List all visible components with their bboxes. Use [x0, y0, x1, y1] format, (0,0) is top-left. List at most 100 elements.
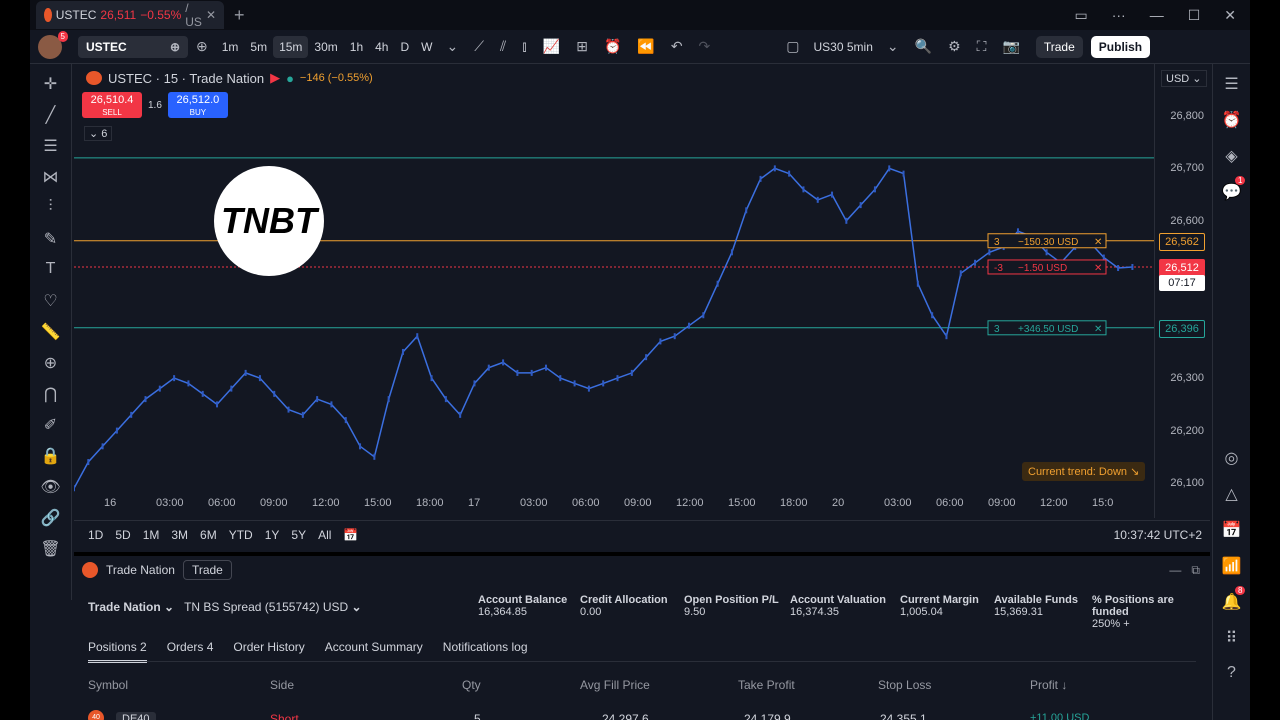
price-scale[interactable]: USD ⌄ 26,800 26,700 26,600 26,300 26,200 26,1… [1154, 64, 1212, 518]
layout-square-icon[interactable]: ▢ [778, 38, 807, 55]
layout-icon[interactable]: ▭ [1074, 7, 1087, 24]
order-line-label[interactable]: 3 −150.30 USD ✕ [987, 233, 1107, 249]
alert-icon[interactable]: ⏰ [596, 38, 629, 55]
link-icon[interactable]: 🔗 [39, 508, 63, 529]
alerts-icon[interactable]: ⏰ [1222, 110, 1242, 130]
fullscreen-icon[interactable]: ⛶ [969, 38, 995, 55]
tab-order-history[interactable]: Order History [233, 640, 304, 663]
text-icon[interactable]: T [39, 260, 63, 281]
range-5d[interactable]: 5D [115, 528, 130, 542]
range-1m[interactable]: 1M [143, 528, 160, 542]
range-ytd[interactable]: YTD [229, 528, 253, 542]
range-5y[interactable]: 5Y [291, 528, 306, 542]
close-tab-icon[interactable]: ✕ [206, 8, 216, 22]
col-symbol[interactable]: Symbol [88, 678, 128, 692]
pattern-icon[interactable]: ⫽ [492, 38, 514, 55]
layout-name[interactable]: US30 5min [808, 40, 879, 54]
undo-icon[interactable]: ↶ [663, 38, 691, 55]
trade-button[interactable]: Trade [1035, 35, 1083, 58]
interval-15m[interactable]: 15m [273, 35, 309, 58]
col-take-profit[interactable]: Take Profit [738, 678, 795, 692]
avatar[interactable]: 5 [38, 30, 68, 59]
ideas-icon[interactable]: △ [1225, 484, 1237, 504]
panel-minimize-icon[interactable]: — ⧉ [1169, 563, 1210, 578]
clock[interactable]: 10:37:42 UTC+2 [1114, 528, 1210, 542]
maximize-icon[interactable]: ☐ [1188, 7, 1201, 24]
quick-search-icon[interactable]: 🔍 [907, 38, 940, 55]
layers-icon[interactable]: ◈ [1225, 146, 1237, 166]
indicators-icon[interactable]: 📈 [535, 38, 568, 55]
magnet-icon[interactable]: ⋂ [39, 384, 63, 405]
layout-chevron-icon[interactable]: ⌄ [879, 38, 907, 55]
order-line-label[interactable]: 3 +346.50 USD ✕ [987, 320, 1107, 336]
apps-icon[interactable]: ⠿ [1226, 628, 1238, 648]
bell-icon[interactable]: 🔔 8 [1222, 586, 1246, 612]
range-1d[interactable]: 1D [88, 528, 103, 542]
browser-tab[interactable]: USTEC 26,511 −0.55% / US ✕ [36, 1, 224, 29]
order-line-label[interactable]: -3 −1.50 USD ✕ [987, 259, 1107, 275]
replay-icon[interactable]: ⏪ [629, 38, 662, 55]
eye-icon[interactable]: 👁 [39, 477, 63, 498]
col-profit[interactable]: Profit ↓ [1030, 678, 1067, 692]
crosshair-icon[interactable]: ✛ [39, 74, 63, 95]
tab-account-summary[interactable]: Account Summary [325, 640, 423, 663]
time-axis[interactable]: 16 03:00 06:00 09:00 12:00 15:00 18:00 17 03:00 0… [74, 494, 1154, 514]
trendline-icon[interactable]: ╱ [39, 105, 63, 126]
help-icon[interactable]: ? [1227, 664, 1236, 682]
range-all[interactable]: All [318, 528, 331, 542]
settings-icon[interactable]: ⚙ [940, 38, 969, 55]
currency-select[interactable]: USD ⌄ [1161, 70, 1207, 87]
close-window-icon[interactable]: ✕ [1224, 7, 1236, 24]
chat-icon[interactable]: 💬 1 [1222, 176, 1246, 202]
col-side[interactable]: Side [270, 678, 294, 692]
snapshot-icon[interactable]: 📷 [994, 38, 1027, 55]
zoom-icon[interactable]: ⊕ [39, 353, 63, 374]
interval-30m[interactable]: 30m [308, 40, 343, 54]
minimize-icon[interactable]: — [1150, 7, 1164, 24]
lock-drawing-icon[interactable]: ✐ [39, 415, 63, 436]
range-1y[interactable]: 1Y [265, 528, 280, 542]
col-stop-loss[interactable]: Stop Loss [878, 678, 931, 692]
compare-icon[interactable]: ⊕ [188, 38, 216, 55]
more-icon[interactable]: ··· [1112, 7, 1126, 24]
trash-icon[interactable]: 🗑 [39, 539, 63, 560]
calendar-icon[interactable]: 📅 [1222, 520, 1242, 540]
panel-trade-button[interactable]: Trade [182, 560, 232, 580]
publish-button[interactable]: Publish [1090, 35, 1151, 58]
pattern-tool-icon[interactable]: ⋈ [39, 167, 63, 188]
watchlist-icon[interactable]: ☰ [1224, 74, 1238, 94]
interval-1h[interactable]: 1h [344, 40, 369, 54]
range-3m[interactable]: 3M [171, 528, 188, 542]
interval-4h[interactable]: 4h [369, 40, 394, 54]
prediction-icon[interactable]: ⫶ [39, 198, 63, 219]
range-6m[interactable]: 6M [200, 528, 217, 542]
fib-icon[interactable]: ☰ [39, 136, 63, 157]
col-qty[interactable]: Qty [462, 678, 481, 692]
ruler-icon[interactable]: 📏 [39, 322, 63, 343]
signal-icon[interactable]: 📶 [1222, 556, 1242, 576]
line-chart-icon[interactable]: ⟋ [466, 38, 492, 55]
tab-notifications-log[interactable]: Notifications log [443, 640, 528, 663]
interval-1m[interactable]: 1m [216, 40, 245, 54]
row-flag-icon: 40 [88, 710, 104, 720]
account-selector[interactable]: Trade Nation ⌄ TN BS Spread (5155742) US… [88, 600, 362, 614]
chevron-down-icon[interactable]: ⌄ [438, 38, 466, 55]
goto-date-icon[interactable]: 📅 [343, 528, 358, 542]
price-chart[interactable]: 3 −150.30 USD ✕ -3 −1.50 USD ✕ 3 +346.50 USD ✕ [74, 64, 1154, 518]
col-avg-fill[interactable]: Avg Fill Price [580, 678, 650, 692]
interval-w[interactable]: W [415, 40, 438, 54]
new-tab-icon[interactable]: + [234, 5, 245, 26]
favorite-icon[interactable]: ♡ [39, 291, 63, 312]
interval-d[interactable]: D [394, 40, 415, 54]
redo-icon[interactable]: ↷ [691, 38, 719, 55]
templates-icon[interactable]: ⊞ [568, 38, 596, 55]
candles-icon[interactable]: ⫾ [514, 38, 534, 55]
add-symbol-icon[interactable]: ⊕ [170, 40, 180, 54]
target-icon[interactable]: ◎ [1225, 448, 1239, 468]
brush-icon[interactable]: ✎ [39, 229, 63, 250]
lock-icon[interactable]: 🔒 [39, 446, 63, 467]
tab-positions[interactable]: Positions 2 [88, 640, 147, 663]
tab-orders[interactable]: Orders 4 [167, 640, 214, 663]
symbol-search[interactable]: USTEC ⊕ [78, 35, 188, 58]
interval-5m[interactable]: 5m [244, 40, 273, 54]
